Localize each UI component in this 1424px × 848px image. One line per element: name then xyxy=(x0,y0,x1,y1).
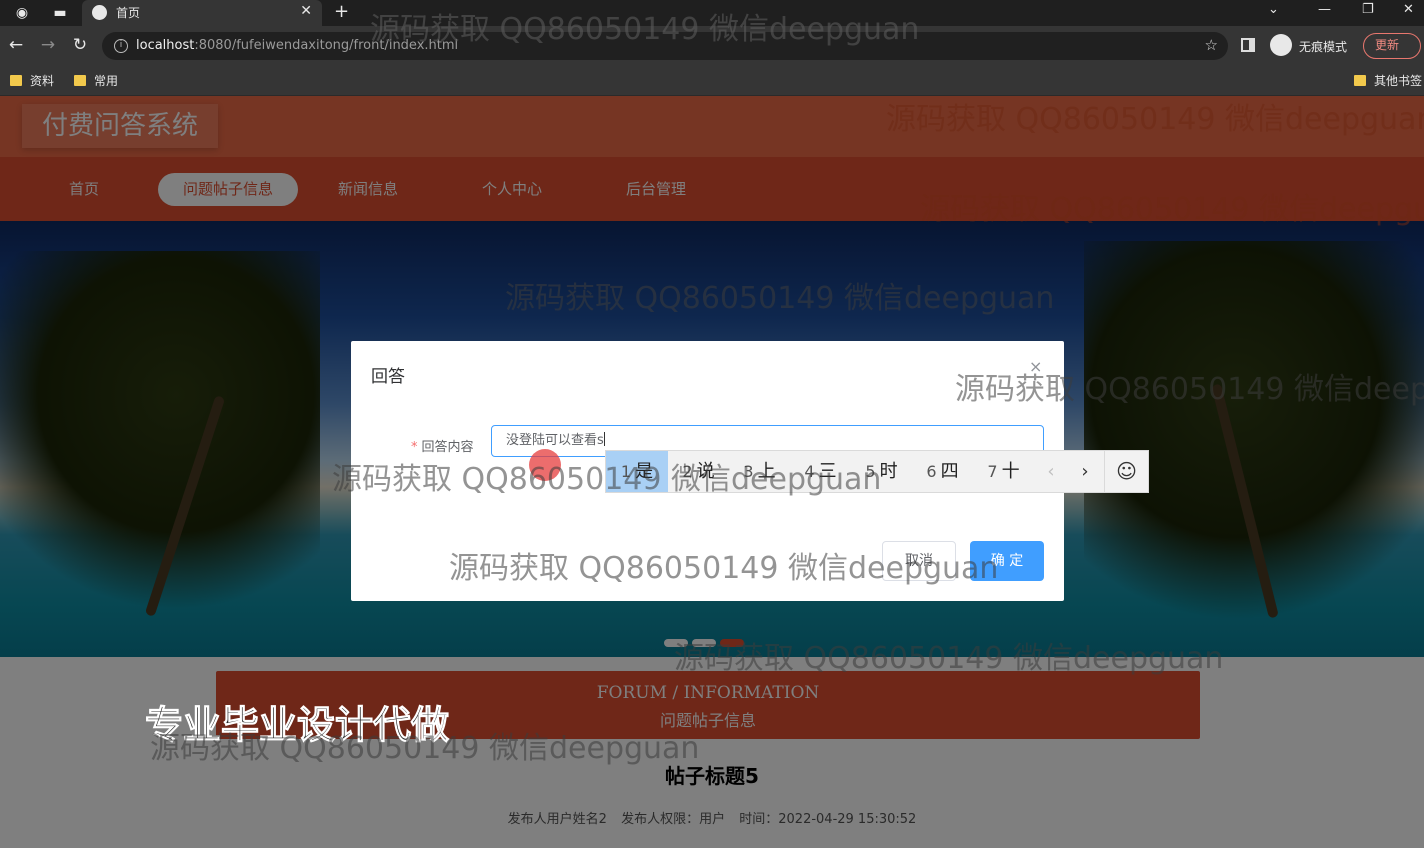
tab-close-icon[interactable]: ✕ xyxy=(300,3,312,19)
ime-candidate-char: 三 xyxy=(818,461,837,482)
reload-icon[interactable]: ↻ xyxy=(69,35,91,55)
ime-candidate-4[interactable]: 4三 xyxy=(790,451,851,492)
bookmarks-bar: 资料 常用 其他书签 xyxy=(0,66,1424,96)
new-tab-icon[interactable]: + xyxy=(334,1,349,22)
bookmark-label: 其他书签 xyxy=(1374,74,1423,88)
ime-candidate-char: 四 xyxy=(940,461,959,482)
cancel-button[interactable]: 取消 xyxy=(882,541,956,581)
bookmark-star-icon[interactable]: ☆ xyxy=(1205,36,1218,54)
tab-title: 首页 xyxy=(116,6,141,20)
ime-prev-page-icon[interactable]: ‹ xyxy=(1036,451,1066,492)
url-path: :8080/fufeiwendaxitong/front/index.html xyxy=(194,38,459,53)
ime-candidate-3[interactable]: 3上 xyxy=(729,451,790,492)
ime-candidate-6[interactable]: 6四 xyxy=(912,451,973,492)
ime-candidate-number: 3 xyxy=(743,462,754,481)
text-caret xyxy=(603,432,605,446)
promo-watermark: 专业毕业设计代做 xyxy=(144,703,450,748)
ime-candidate-char: 时 xyxy=(879,461,898,482)
bookmark-folder-other[interactable]: 其他书签 xyxy=(1354,72,1422,89)
ime-candidate-number: 5 xyxy=(865,462,876,481)
answer-content-value: 没登陆可以查看s xyxy=(506,433,604,448)
required-mark: * xyxy=(411,440,418,455)
ime-candidate-number: 7 xyxy=(987,462,998,481)
ime-emoji-icon[interactable]: ☺ xyxy=(1104,451,1148,492)
ime-candidate-number: 6 xyxy=(926,462,937,481)
confirm-button[interactable]: 确 定 xyxy=(970,541,1044,581)
ime-candidate-bar: 1是 2说 3上 4三 5时 6四 7十 ‹ › ☺ xyxy=(605,450,1149,493)
ime-candidate-char: 说 xyxy=(696,461,715,482)
browser-tab[interactable]: 首页 ✕ xyxy=(82,0,322,26)
window-close-icon[interactable]: ✕ xyxy=(1403,2,1414,17)
browser-globe-icon[interactable]: ◉ xyxy=(12,3,32,23)
dialog-close-icon[interactable]: × xyxy=(1029,357,1042,376)
folder-icon xyxy=(10,75,22,86)
address-toolbar: ← → ↻ i localhost:8080/fufeiwendaxitong/… xyxy=(0,26,1424,66)
bookmark-label: 资料 xyxy=(30,74,55,88)
ime-candidate-5[interactable]: 5时 xyxy=(851,451,912,492)
ime-candidate-1[interactable]: 1是 xyxy=(606,451,668,492)
dialog-title: 回答 xyxy=(371,367,405,387)
ime-next-page-icon[interactable]: › xyxy=(1070,451,1100,492)
browser-tab-strip: ◉ ▬ 首页 ✕ + ⌄ — ❐ ✕ xyxy=(0,0,1424,26)
incognito-icon[interactable] xyxy=(1270,34,1292,56)
ime-candidate-char: 十 xyxy=(1001,461,1020,482)
bookmark-folder-changyong[interactable]: 常用 xyxy=(74,72,118,89)
ime-candidate-char: 是 xyxy=(635,461,654,482)
tab-list-icon[interactable]: ⌄ xyxy=(1268,2,1279,17)
restore-icon[interactable]: ❐ xyxy=(1362,2,1374,17)
side-panel-icon[interactable] xyxy=(1241,38,1255,52)
update-button[interactable]: 更新 xyxy=(1363,33,1421,59)
ime-candidate-number: 2 xyxy=(682,462,693,481)
incognito-label: 无痕模式 xyxy=(1299,40,1348,54)
folder-icon xyxy=(1354,75,1366,86)
ime-candidate-char: 上 xyxy=(757,461,776,482)
bookmark-folder-ziliao[interactable]: 资料 xyxy=(10,72,54,89)
cursor-click-indicator xyxy=(529,449,561,481)
tab-search-icon[interactable]: ▬ xyxy=(50,3,70,23)
folder-icon xyxy=(74,75,86,86)
url-host: localhost xyxy=(136,38,195,53)
url-text[interactable]: localhost:8080/fufeiwendaxitong/front/in… xyxy=(136,38,458,53)
ime-candidate-number: 1 xyxy=(620,462,632,481)
url-bar[interactable]: i localhost:8080/fufeiwendaxitong/front/… xyxy=(102,32,1228,60)
back-icon[interactable]: ← xyxy=(5,35,27,55)
ime-candidate-number: 4 xyxy=(804,462,815,481)
minimize-icon[interactable]: — xyxy=(1318,2,1331,17)
forward-icon[interactable]: → xyxy=(37,35,59,55)
ime-candidate-2[interactable]: 2说 xyxy=(668,451,729,492)
ime-candidate-7[interactable]: 7十 xyxy=(973,451,1034,492)
bookmark-label: 常用 xyxy=(94,74,119,88)
site-info-icon[interactable]: i xyxy=(114,39,128,53)
answer-content-label-text: 回答内容 xyxy=(421,440,474,455)
tab-favicon-icon xyxy=(92,5,107,20)
answer-content-label: * 回答内容 xyxy=(411,436,474,455)
